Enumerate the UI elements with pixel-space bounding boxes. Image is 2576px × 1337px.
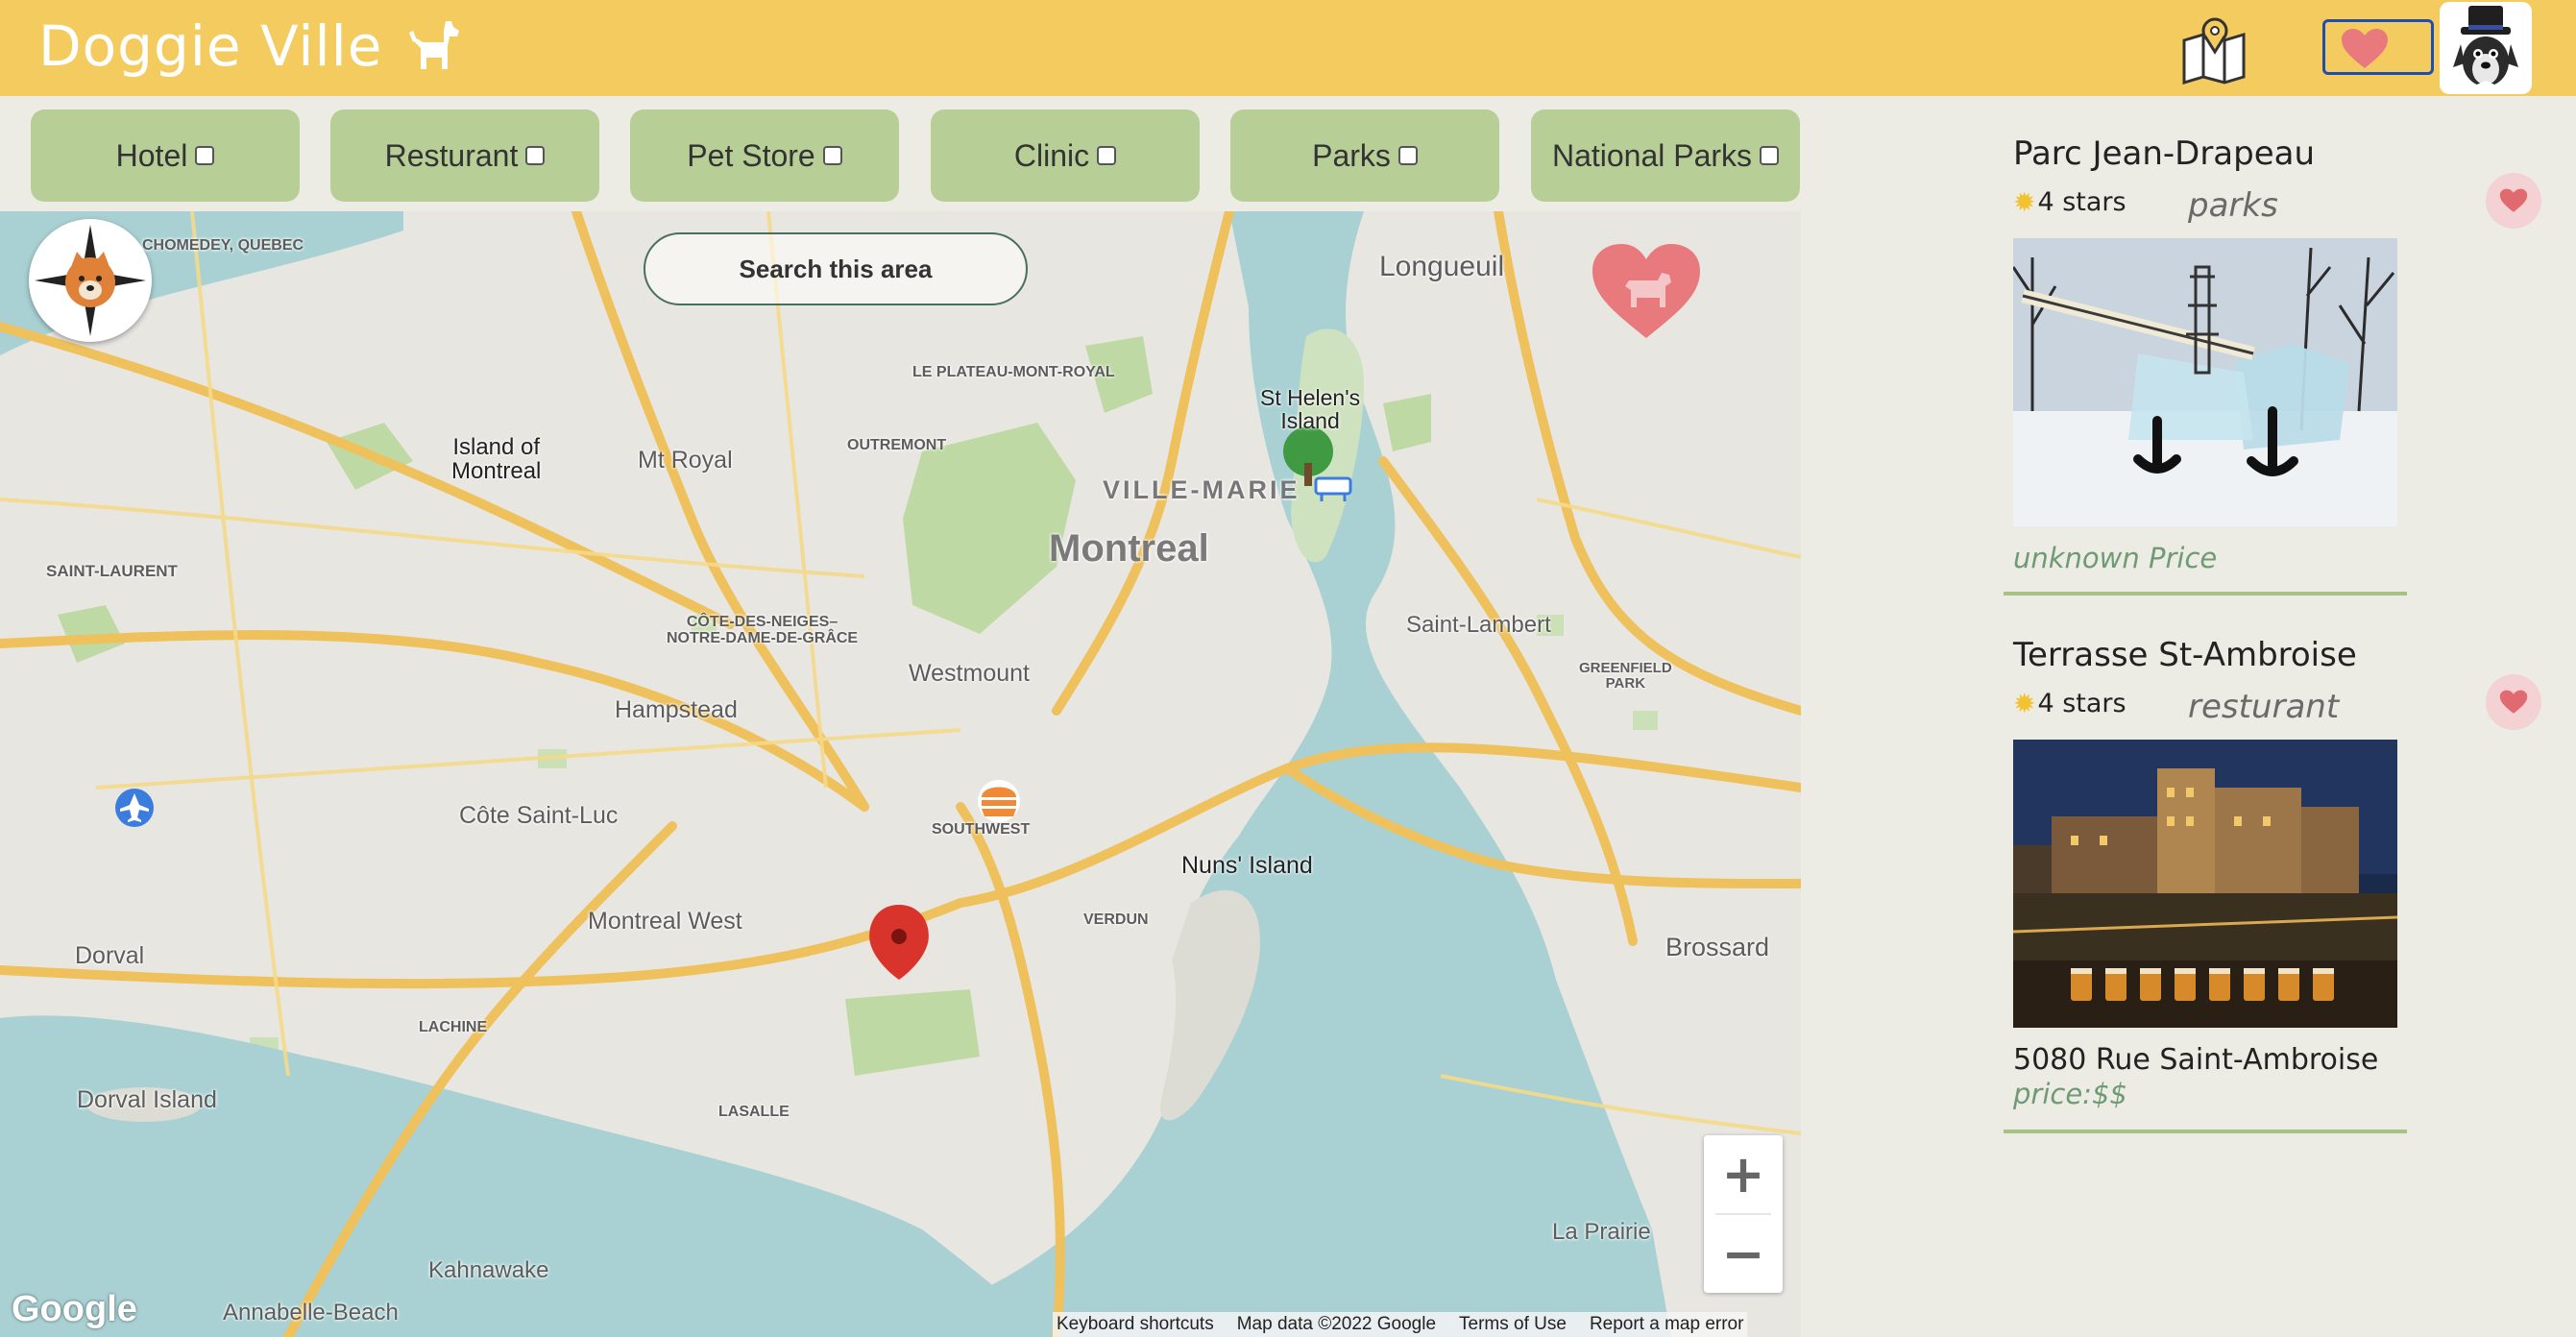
map-label: Island of Montreal bbox=[451, 434, 542, 485]
map-label: Dorval bbox=[75, 942, 145, 969]
place-photo[interactable] bbox=[2013, 238, 2397, 526]
filter-pet-store[interactable]: Pet Store bbox=[630, 109, 899, 202]
zoom-out-button[interactable]: − bbox=[1704, 1215, 1783, 1293]
map-label: Westmount bbox=[909, 660, 1030, 687]
filter-label: Parks bbox=[1312, 137, 1391, 173]
avatar[interactable] bbox=[2440, 2, 2532, 94]
report-error-link[interactable]: Report a map error bbox=[1590, 1314, 1744, 1335]
app-header: Doggie Ville bbox=[0, 0, 2576, 96]
map-favorites-icon[interactable] bbox=[1591, 242, 1702, 340]
filter-label: Clinic bbox=[1013, 137, 1090, 173]
map-label: Kahnawake bbox=[428, 1257, 549, 1283]
dog-avatar-icon bbox=[2453, 6, 2518, 94]
filter-label: Hotel bbox=[115, 137, 188, 173]
map-label: Longueuil bbox=[1379, 251, 1505, 282]
map-label: Annabelle-Beach bbox=[223, 1300, 399, 1325]
place-rating: ✹ 4 stars bbox=[2013, 186, 2126, 218]
filter-checkbox[interactable] bbox=[822, 146, 842, 165]
filter-label: Resturant bbox=[384, 137, 519, 173]
place-category: resturant bbox=[2188, 688, 2340, 726]
dog-icon bbox=[409, 21, 460, 69]
place-card[interactable]: Parc Jean-Drapeau ✹ 4 stars parks unknow… bbox=[2004, 134, 2417, 599]
card-divider bbox=[2004, 592, 2407, 596]
star-icon: ✹ bbox=[2013, 186, 2036, 218]
map-label: LASALLE bbox=[718, 1104, 790, 1120]
brand[interactable]: Doggie Ville bbox=[38, 13, 461, 79]
filter-checkbox[interactable] bbox=[1760, 146, 1780, 165]
filter-hotel[interactable]: Hotel bbox=[31, 109, 300, 202]
map-label: Brossard bbox=[1665, 933, 1770, 961]
map-canvas bbox=[0, 211, 1801, 1337]
map[interactable]: Search this area CHOMEDEY, QUEBEC Longue… bbox=[0, 211, 1801, 1337]
filter-checkbox[interactable] bbox=[525, 146, 546, 165]
map-label: VERDUN bbox=[1083, 912, 1149, 928]
filter-checkbox[interactable] bbox=[1397, 146, 1418, 165]
map-data-text: Map data ©2022 Google bbox=[1236, 1314, 1437, 1334]
map-label: GREENFIELD PARK bbox=[1579, 660, 1672, 692]
map-label: Mt Royal bbox=[638, 447, 733, 474]
map-pin-icon bbox=[2182, 17, 2246, 85]
star-icon: ✹ bbox=[2013, 688, 2036, 719]
filter-checkbox[interactable] bbox=[195, 146, 215, 165]
map-label: LE PLATEAU-MONT-ROYAL bbox=[912, 364, 1115, 380]
map-label: Montreal West bbox=[588, 908, 742, 935]
card-divider bbox=[2004, 1130, 2407, 1133]
rating-text: 4 stars bbox=[2037, 689, 2126, 718]
map-label: Dorval Island bbox=[77, 1086, 217, 1113]
filter-checkbox[interactable] bbox=[1097, 146, 1117, 165]
filter-label: Pet Store bbox=[687, 137, 815, 173]
filter-label: National Parks bbox=[1551, 137, 1753, 173]
map-label: VILLE-MARIE bbox=[1103, 475, 1300, 504]
favorite-heart-icon[interactable] bbox=[2486, 674, 2541, 730]
favorites-button[interactable] bbox=[2322, 19, 2434, 75]
map-view-button[interactable] bbox=[2178, 13, 2249, 85]
place-card[interactable]: Terrasse St-Ambroise ✹ 4 stars resturant bbox=[2004, 636, 2417, 1137]
google-logo[interactable]: Google bbox=[12, 1289, 137, 1330]
map-label: La Prairie bbox=[1552, 1219, 1651, 1245]
zoom-in-button[interactable]: + bbox=[1704, 1135, 1783, 1213]
map-label: SOUTHWEST bbox=[932, 821, 1031, 838]
keyboard-shortcuts-link[interactable]: Keyboard shortcuts bbox=[1057, 1314, 1214, 1335]
place-address: 5080 Rue Saint-Ambroise bbox=[2013, 1043, 2379, 1077]
map-label: Saint-Lambert bbox=[1406, 612, 1551, 638]
map-label: LACHINE bbox=[419, 1019, 488, 1035]
map-label: Montreal bbox=[1049, 527, 1209, 570]
place-rating: ✹ 4 stars bbox=[2013, 688, 2126, 719]
place-name[interactable]: Parc Jean-Drapeau bbox=[2013, 134, 2315, 173]
map-label: CHOMEDEY, QUEBEC bbox=[142, 237, 304, 254]
map-label: Nuns' Island bbox=[1181, 852, 1313, 879]
place-price: price:$$ bbox=[2013, 1078, 2127, 1110]
terms-link[interactable]: Terms of Use bbox=[1459, 1314, 1567, 1335]
map-label: Côte Saint-Luc bbox=[459, 802, 619, 829]
place-price: unknown Price bbox=[2013, 542, 2218, 574]
compass-dog-icon[interactable] bbox=[29, 219, 152, 342]
heart-icon bbox=[2342, 29, 2388, 68]
place-category: parks bbox=[2188, 186, 2278, 225]
map-label: OUTREMONT bbox=[847, 437, 947, 453]
zoom-control: + − bbox=[1704, 1135, 1783, 1293]
map-label: Hampstead bbox=[615, 696, 738, 723]
map-label: St Helen's Island bbox=[1260, 385, 1361, 434]
map-label: CÔTE-DES-NEIGES– NOTRE-DAME-DE-GRÂCE bbox=[667, 614, 859, 646]
app-title: Doggie Ville bbox=[38, 13, 383, 79]
filter-resturant[interactable]: Resturant bbox=[330, 109, 599, 202]
rating-text: 4 stars bbox=[2037, 187, 2126, 217]
map-attribution: Keyboard shortcuts Map data ©2022 Google… bbox=[1053, 1312, 1748, 1337]
favorite-heart-icon[interactable] bbox=[2486, 173, 2541, 229]
filter-clinic[interactable]: Clinic bbox=[931, 109, 1200, 202]
search-this-area-button[interactable]: Search this area bbox=[644, 232, 1028, 305]
place-name[interactable]: Terrasse St-Ambroise bbox=[2013, 636, 2357, 674]
airport-icon bbox=[115, 789, 154, 827]
burger-marker-icon bbox=[978, 780, 1020, 822]
filter-parks[interactable]: Parks bbox=[1230, 109, 1499, 202]
map-label: SAINT-LAURENT bbox=[46, 562, 178, 580]
place-photo[interactable] bbox=[2013, 740, 2397, 1028]
filter-national-parks[interactable]: National Parks bbox=[1531, 109, 1800, 202]
